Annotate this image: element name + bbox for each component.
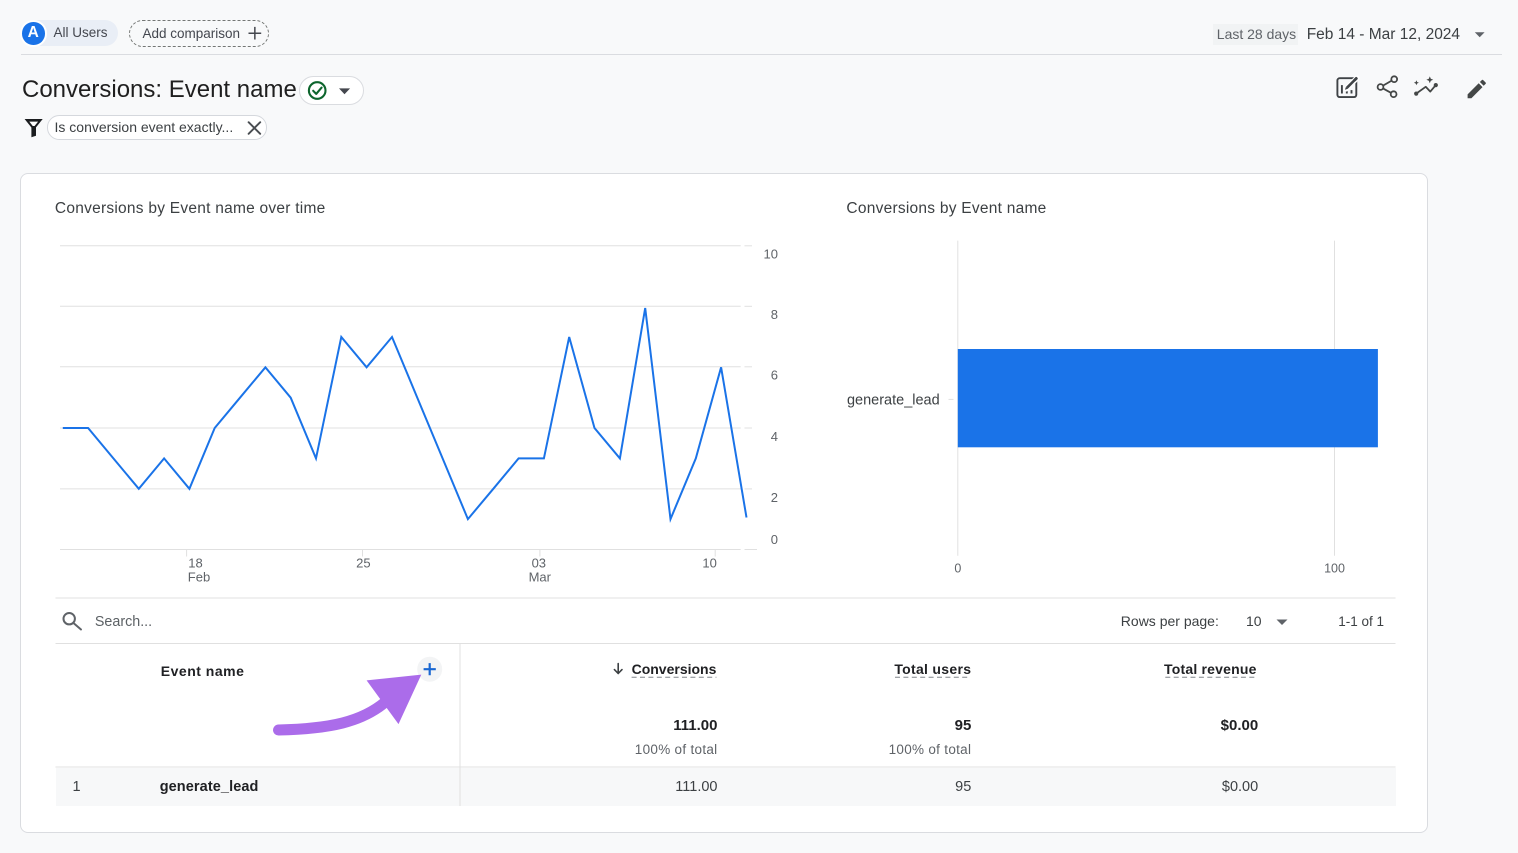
svg-text:6: 6: [771, 368, 778, 383]
svg-text:18: 18: [188, 556, 202, 571]
svg-text:0: 0: [771, 532, 778, 547]
svg-text:10: 10: [702, 556, 716, 571]
svg-text:8: 8: [771, 307, 778, 322]
svg-text:25: 25: [356, 556, 370, 571]
svg-text:generate_lead: generate_lead: [847, 392, 940, 408]
svg-text:Mar: Mar: [529, 570, 552, 585]
svg-text:Feb: Feb: [188, 570, 210, 585]
svg-text:100: 100: [1324, 562, 1345, 576]
svg-text:2: 2: [771, 490, 778, 505]
svg-text:10: 10: [764, 247, 778, 262]
svg-text:4: 4: [771, 429, 778, 444]
svg-text:0: 0: [954, 562, 961, 576]
svg-text:03: 03: [532, 556, 546, 571]
